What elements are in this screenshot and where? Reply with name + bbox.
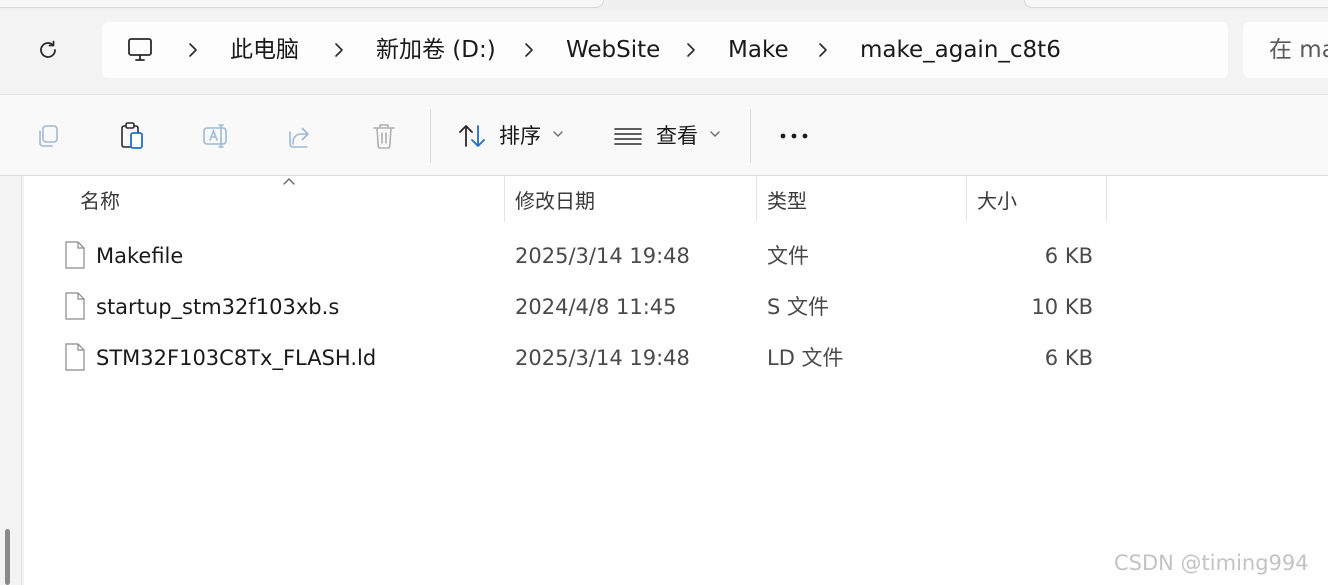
toolbar-separator bbox=[750, 109, 751, 163]
chevron-right-icon[interactable] bbox=[332, 39, 346, 61]
chevron-down-icon[interactable] bbox=[709, 129, 721, 139]
paste-icon bbox=[121, 122, 143, 149]
sort-button[interactable]: 排序 bbox=[499, 122, 541, 150]
share-button[interactable] bbox=[280, 119, 320, 153]
search-placeholder: 在 ma bbox=[1269, 37, 1328, 63]
sort-icon-wrap[interactable] bbox=[452, 119, 492, 153]
chevron-right-icon[interactable] bbox=[522, 39, 536, 61]
column-type[interactable]: 类型 bbox=[767, 188, 807, 214]
file-type: 文件 bbox=[767, 244, 809, 268]
chevron-down-icon[interactable] bbox=[552, 129, 564, 139]
window-tab-strip bbox=[0, 0, 1328, 10]
view-button[interactable]: 查看 bbox=[656, 122, 698, 150]
column-divider[interactable] bbox=[966, 176, 967, 222]
more-icon bbox=[780, 133, 808, 139]
file-icon bbox=[65, 241, 85, 269]
file-name: Makefile bbox=[96, 244, 184, 268]
column-divider[interactable] bbox=[1106, 176, 1107, 222]
chevron-right-icon[interactable] bbox=[816, 39, 830, 61]
trash-icon bbox=[373, 124, 395, 149]
file-icon bbox=[65, 292, 85, 320]
delete-button[interactable] bbox=[364, 119, 404, 153]
column-modified[interactable]: 修改日期 bbox=[515, 188, 595, 214]
refresh-icon bbox=[40, 40, 56, 58]
file-name: startup_stm32f103xb.s bbox=[96, 295, 340, 319]
rename-icon bbox=[203, 124, 227, 148]
column-size[interactable]: 大小 bbox=[977, 188, 1017, 214]
chevron-right-icon[interactable] bbox=[186, 39, 200, 61]
column-name[interactable]: 名称 bbox=[80, 188, 120, 214]
share-icon bbox=[289, 127, 309, 148]
copy-icon bbox=[39, 125, 58, 147]
tab-edge-right[interactable] bbox=[1024, 0, 1328, 8]
file-type: LD 文件 bbox=[767, 346, 844, 370]
rename-button[interactable] bbox=[196, 119, 236, 153]
tab-edge-left[interactable] bbox=[0, 0, 604, 8]
breadcrumb-this-pc[interactable]: 此电脑 bbox=[230, 36, 299, 64]
file-size: 10 KB bbox=[1031, 295, 1093, 319]
view-icon-wrap[interactable] bbox=[608, 119, 648, 153]
nav-pane-scrollbar[interactable] bbox=[5, 529, 10, 585]
watermark-text: CSDN @timing994 bbox=[1114, 551, 1309, 575]
sort-icon bbox=[459, 125, 485, 147]
column-divider[interactable] bbox=[756, 176, 757, 222]
file-modified: 2025/3/14 19:48 bbox=[515, 346, 690, 370]
breadcrumb-website[interactable]: WebSite bbox=[566, 36, 660, 64]
sort-ascending-icon bbox=[283, 178, 295, 185]
file-size: 6 KB bbox=[1044, 346, 1093, 370]
toolbar-separator bbox=[430, 109, 431, 163]
refresh-button[interactable] bbox=[30, 36, 66, 64]
file-name: STM32F103C8Tx_FLASH.ld bbox=[96, 346, 377, 370]
file-row[interactable]: startup_stm32f103xb.s 2024/4/8 11:45 S 文… bbox=[24, 283, 1328, 331]
paste-button[interactable] bbox=[112, 119, 152, 153]
monitor-icon bbox=[128, 38, 152, 61]
breadcrumb-current-folder[interactable]: make_again_c8t6 bbox=[860, 36, 1061, 64]
breadcrumb-drive-d[interactable]: 新加卷 (D:) bbox=[376, 36, 496, 64]
file-type: S 文件 bbox=[767, 295, 830, 319]
file-row[interactable]: Makefile 2025/3/14 19:48 文件 6 KB bbox=[24, 232, 1328, 280]
file-modified: 2024/4/8 11:45 bbox=[515, 295, 677, 319]
file-icon bbox=[65, 343, 85, 371]
file-size: 6 KB bbox=[1044, 244, 1093, 268]
file-row[interactable]: STM32F103C8Tx_FLASH.ld 2025/3/14 19:48 L… bbox=[24, 334, 1328, 382]
search-input[interactable]: 在 ma bbox=[1243, 22, 1328, 78]
pane-divider[interactable] bbox=[21, 176, 22, 585]
address-bar[interactable]: 此电脑 新加卷 (D:) WebSite Make make_again_c8t… bbox=[102, 22, 1228, 78]
file-list: 名称 修改日期 类型 大小 Makefile 2025/3/14 19:48 文… bbox=[24, 176, 1328, 585]
column-divider[interactable] bbox=[504, 176, 505, 222]
view-list-icon bbox=[614, 128, 642, 145]
command-bar: 排序 查看 bbox=[0, 94, 1328, 176]
this-pc-button[interactable] bbox=[124, 35, 156, 65]
breadcrumb-make[interactable]: Make bbox=[728, 36, 789, 64]
address-row: 此电脑 新加卷 (D:) WebSite Make make_again_c8t… bbox=[0, 10, 1328, 94]
more-options-button[interactable] bbox=[774, 119, 814, 153]
chevron-right-icon[interactable] bbox=[684, 39, 698, 61]
file-modified: 2025/3/14 19:48 bbox=[515, 244, 690, 268]
copy-button[interactable] bbox=[28, 119, 68, 153]
